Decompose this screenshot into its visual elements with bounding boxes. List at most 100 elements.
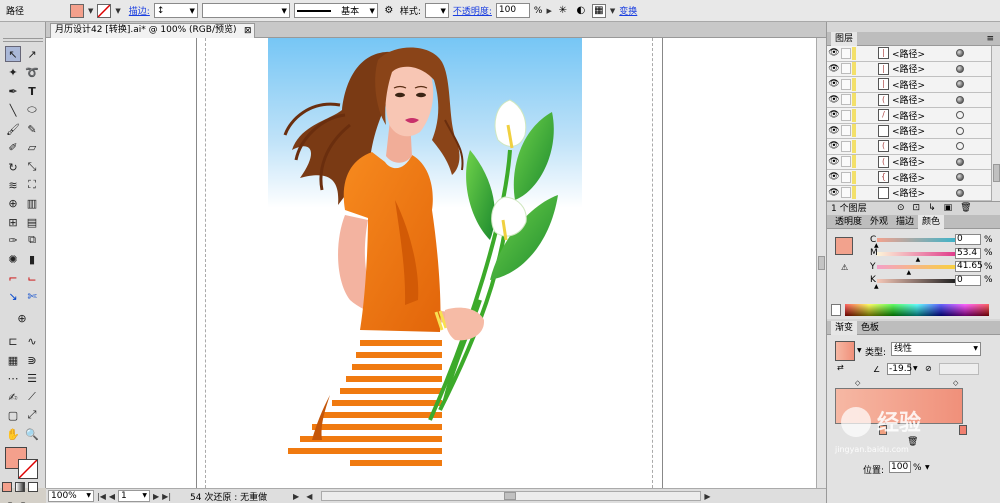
layer-row[interactable]: 👁 (<路径> bbox=[827, 92, 991, 108]
angle-input[interactable]: -19.5 bbox=[887, 363, 912, 375]
lock-toggle[interactable] bbox=[841, 63, 851, 75]
tab-stroke[interactable]: 描边 bbox=[892, 215, 918, 229]
lock-toggle[interactable] bbox=[841, 187, 851, 199]
color-spectrum[interactable] bbox=[827, 301, 1000, 319]
new-layer-icon[interactable]: ▣ bbox=[944, 203, 953, 213]
target-circle-icon[interactable] bbox=[956, 49, 964, 58]
layer-name[interactable]: <路径> bbox=[892, 109, 956, 122]
align-dropdown-icon[interactable]: ▼ bbox=[610, 7, 615, 15]
vertical-scrollbar-thumb[interactable] bbox=[818, 256, 825, 270]
hand-tool-icon[interactable]: ⊕ bbox=[14, 310, 30, 326]
lock-toggle[interactable] bbox=[841, 156, 851, 168]
target-circle-icon[interactable] bbox=[956, 126, 964, 135]
symbol-sprayer-tool-icon[interactable]: ✺ bbox=[5, 251, 21, 267]
wave-tool-icon[interactable]: ∿ bbox=[24, 333, 40, 349]
none-mode-icon[interactable] bbox=[28, 482, 38, 492]
brush-select[interactable]: 基本 ▼ bbox=[293, 3, 378, 18]
tab-swatches[interactable]: 色板 bbox=[857, 321, 883, 335]
new-sublayer-icon[interactable]: ↳ bbox=[928, 203, 936, 213]
lock-toggle[interactable] bbox=[841, 109, 851, 121]
envelope-tool-icon[interactable]: ⊏ bbox=[5, 333, 21, 349]
target-circle-icon[interactable] bbox=[956, 188, 964, 197]
width-tool-icon[interactable]: ⤢ bbox=[24, 407, 40, 423]
status-menu-icon[interactable]: ▶ bbox=[293, 492, 299, 501]
blend-tool-icon[interactable]: ⧉ bbox=[24, 232, 40, 248]
gradient-mode-icon[interactable] bbox=[15, 482, 25, 492]
fill-swatch[interactable] bbox=[70, 3, 84, 18]
opacity-dropdown-icon[interactable]: ▶ bbox=[546, 7, 551, 15]
angle-dropdown-icon[interactable]: ▼ bbox=[913, 365, 918, 372]
selection-tool-icon[interactable]: ↖ bbox=[5, 46, 21, 62]
hand-pan-tool-icon[interactable]: ✋ bbox=[5, 426, 21, 442]
magic-wand-tool-icon[interactable]: ✦ bbox=[5, 64, 21, 80]
lock-toggle[interactable] bbox=[841, 47, 851, 59]
tab-gradient[interactable]: 渐变 bbox=[831, 320, 858, 335]
visibility-eye-icon[interactable]: 👁 bbox=[827, 126, 841, 136]
free-transform-tool-icon[interactable]: ⛶ bbox=[24, 177, 40, 193]
layer-name[interactable]: <路径> bbox=[892, 124, 956, 137]
graph-tool-icon[interactable]: ▮ bbox=[24, 251, 40, 267]
reverse-gradient-icon[interactable]: ⇄ bbox=[837, 363, 844, 372]
layer-row[interactable]: 👁 {<路径> bbox=[827, 170, 991, 186]
eraser-alt-tool-icon[interactable]: ↘ bbox=[5, 288, 21, 304]
artwork-illustration[interactable] bbox=[46, 38, 816, 488]
target-circle-icon[interactable] bbox=[956, 64, 964, 73]
lock-toggle[interactable] bbox=[841, 94, 851, 106]
layer-row[interactable]: 👁 (<路径> bbox=[827, 154, 991, 170]
zoom-field[interactable]: 100% ▼ bbox=[48, 490, 94, 502]
screen-mode-icon[interactable]: ▭ bbox=[28, 498, 44, 503]
wrinkle-tool-icon[interactable]: ⋯ bbox=[5, 370, 21, 386]
brush-options-icon[interactable]: ⚙ bbox=[382, 4, 396, 18]
vertical-scrollbar[interactable] bbox=[816, 38, 826, 488]
graphic-style-select[interactable]: ▼ bbox=[424, 3, 449, 18]
transform-link[interactable]: 变换 bbox=[619, 4, 637, 17]
variable-width-select[interactable]: ▼ bbox=[201, 3, 290, 18]
stroke-none-swatch[interactable] bbox=[97, 3, 112, 18]
scale-tool-icon[interactable]: ⤡ bbox=[24, 159, 40, 175]
lasso-tool-icon[interactable]: ➰ bbox=[24, 64, 40, 80]
last-artboard-icon[interactable]: ▶| bbox=[162, 492, 171, 501]
mesh-tool-icon[interactable]: ⊞ bbox=[5, 214, 21, 230]
color-slider-row[interactable]: C ▲ 0% bbox=[827, 233, 1000, 249]
layer-name[interactable]: <路径> bbox=[892, 47, 956, 60]
tab-transparency[interactable]: 透明度 bbox=[831, 215, 866, 229]
target-circle-icon[interactable] bbox=[956, 142, 964, 151]
horizontal-scrollbar-thumb[interactable] bbox=[504, 492, 517, 500]
isolate-group-icon[interactable]: ◐ bbox=[574, 4, 588, 18]
gradient-thumb-dropdown-icon[interactable]: ▼ bbox=[857, 347, 862, 354]
hscroll-right-icon[interactable]: ▶ bbox=[704, 492, 710, 501]
channel-slider-track[interactable] bbox=[877, 278, 955, 283]
visibility-eye-icon[interactable]: 👁 bbox=[827, 79, 841, 89]
gradient-thumbnail[interactable] bbox=[835, 341, 855, 361]
direct-selection-tool-icon[interactable]: ↗ bbox=[24, 46, 40, 62]
opacity-input[interactable]: 100 bbox=[495, 3, 530, 18]
scissors-tool-icon[interactable]: ✄ bbox=[24, 288, 40, 304]
ellipse-tool-icon[interactable]: ⬭ bbox=[24, 102, 40, 118]
layer-name[interactable]: <路径> bbox=[892, 186, 956, 199]
make-clipping-mask-icon[interactable]: ⊡ bbox=[913, 203, 921, 213]
layer-row[interactable]: 👁 (<路径> bbox=[827, 139, 991, 155]
rotate-tool-icon[interactable]: ↻ bbox=[5, 159, 21, 175]
recolor-artwork-icon[interactable]: ✳ bbox=[556, 4, 570, 18]
midpoint-diamond-right[interactable]: ◇ bbox=[953, 379, 958, 387]
visibility-eye-icon[interactable]: 👁 bbox=[827, 110, 841, 120]
layer-row[interactable]: 👁 | <路径> bbox=[827, 46, 991, 62]
lock-toggle[interactable] bbox=[841, 171, 851, 183]
layers-menu-icon[interactable]: ≡ bbox=[986, 34, 994, 44]
fill-dropdown-icon[interactable]: ▼ bbox=[88, 7, 93, 15]
locate-object-icon[interactable]: ⊙ bbox=[897, 203, 905, 213]
channel-slider-track[interactable] bbox=[877, 265, 955, 269]
lock-toggle[interactable] bbox=[841, 125, 851, 137]
horizontal-scrollbar[interactable] bbox=[321, 491, 702, 501]
tab-appearance[interactable]: 外观 bbox=[866, 215, 892, 229]
measure-tool-icon[interactable]: ✍ bbox=[5, 389, 21, 405]
color-slider-row[interactable]: K ▲ 0% bbox=[827, 274, 1000, 290]
opacity-link[interactable]: 不透明度: bbox=[453, 4, 492, 17]
layer-row[interactable]: 👁 / <路径> bbox=[827, 108, 991, 124]
shape-builder-tool-icon[interactable]: ⊕ bbox=[5, 195, 21, 211]
visibility-eye-icon[interactable]: 👁 bbox=[827, 188, 841, 198]
lock-toggle[interactable] bbox=[841, 140, 851, 152]
warp-tool-icon[interactable]: ≋ bbox=[5, 177, 21, 193]
color-slider-row[interactable]: Y ▲ 41.65% bbox=[827, 260, 1000, 276]
layers-panel-title[interactable]: 图层 bbox=[831, 31, 858, 46]
